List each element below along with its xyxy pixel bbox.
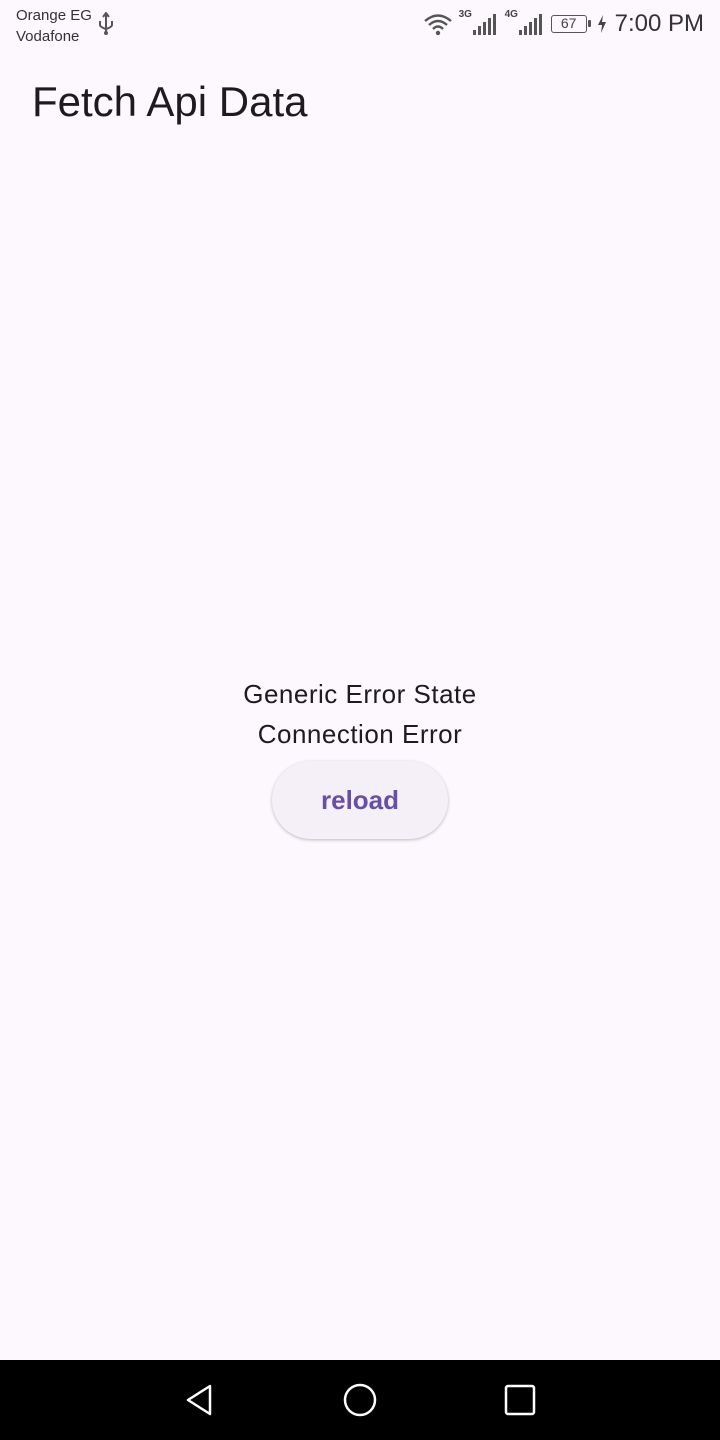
battery-level: 67 xyxy=(560,15,577,31)
status-icons: 3G 4G 67 7:00 PM xyxy=(423,9,704,38)
clock: 7:00 PM xyxy=(614,10,704,37)
battery-icon: 67 xyxy=(550,15,591,33)
status-bar: Orange EG Vodafone 3G 4G 67 7:00 PM xyxy=(0,0,720,48)
wifi-icon xyxy=(423,14,452,36)
signal-4g: 4G xyxy=(505,9,545,37)
reload-button[interactable]: reload xyxy=(272,761,448,839)
home-icon[interactable] xyxy=(340,1380,380,1420)
carrier-2: Vodafone xyxy=(16,28,80,45)
error-message: Connection Error xyxy=(257,719,463,749)
signal-icon xyxy=(472,14,496,35)
back-icon[interactable] xyxy=(180,1380,220,1420)
usb-icon xyxy=(99,12,113,35)
signal-icon xyxy=(518,14,542,35)
recents-icon[interactable] xyxy=(500,1380,540,1420)
error-title: Generic Error State xyxy=(243,679,477,709)
carrier-1: Orange EG xyxy=(16,7,92,24)
navigation-bar xyxy=(0,1360,720,1440)
error-state: Generic Error State Connection Error xyxy=(0,674,720,754)
charging-icon xyxy=(597,15,606,33)
carrier-info: Orange EG Vodafone xyxy=(16,5,92,47)
page-title: Fetch Api Data xyxy=(32,78,308,125)
signal-3g: 3G xyxy=(459,9,499,37)
